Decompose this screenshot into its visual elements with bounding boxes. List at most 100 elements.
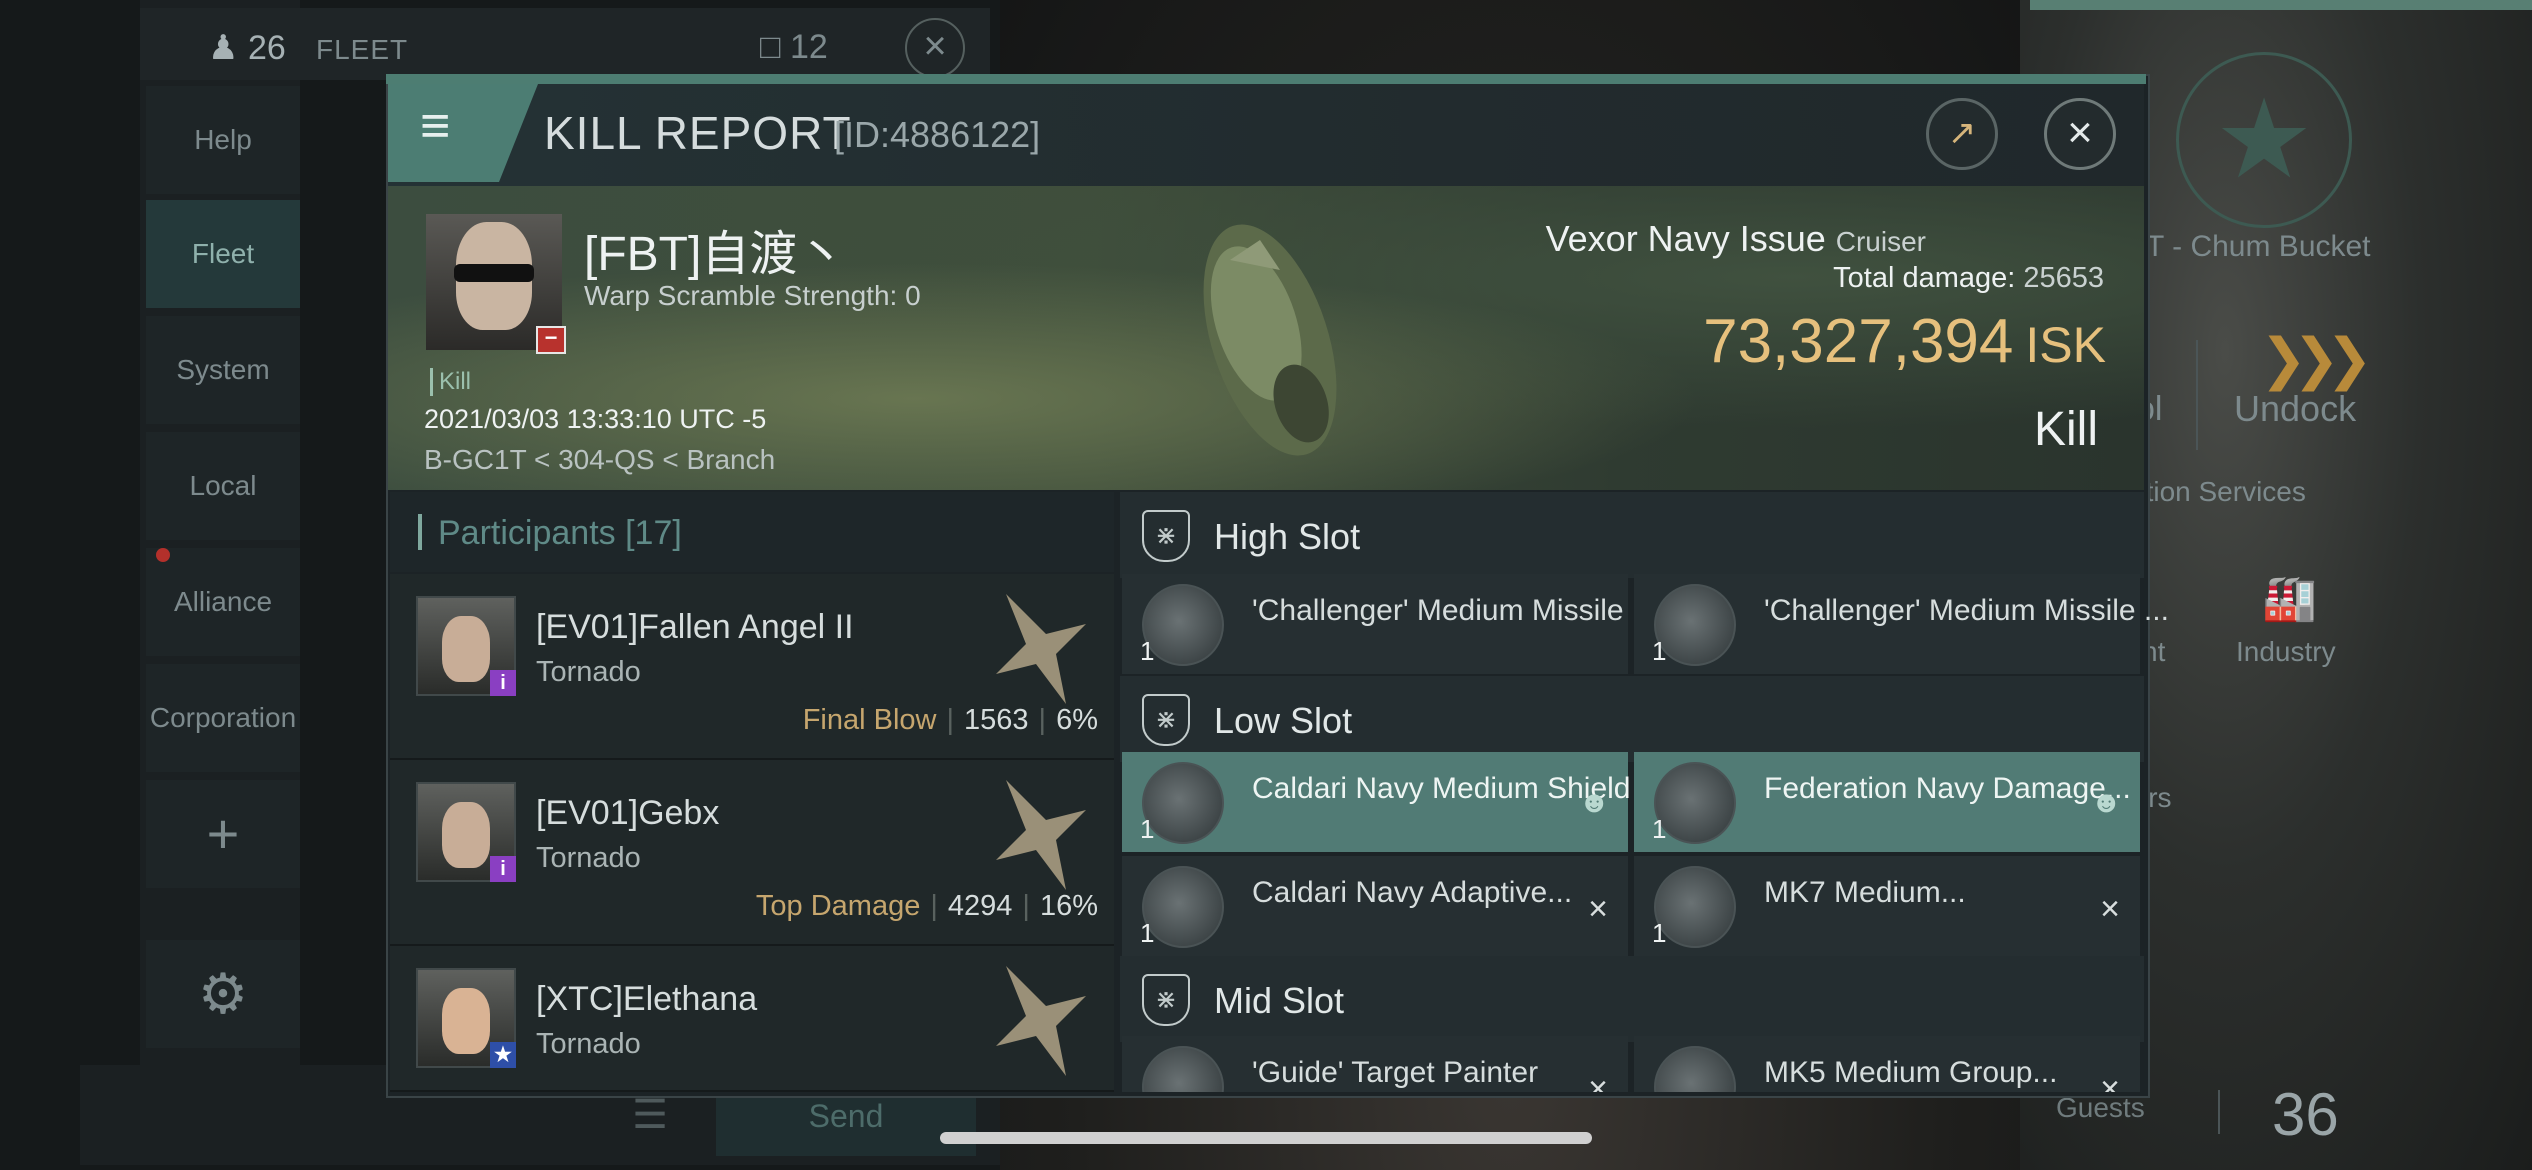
participant-row[interactable]: i [EV01]Fallen Angel II Tornado Final Bl… [390,574,1114,760]
module-low-3[interactable]: 1 Caldari Navy Adaptive... × [1122,856,1628,956]
fleet-member-count: ♟ 26 [208,29,286,67]
module-name: Federation Navy Damage... [1764,772,2131,805]
target-painter-icon [1142,1046,1224,1092]
module-qty: 1 [1652,636,1667,666]
fleet-close-icon[interactable]: × [905,18,965,78]
mid-slot-icon: ⋇ [1142,974,1190,1026]
participant-name: [XTC]Elethana [536,980,758,1018]
participant-row[interactable]: i [EV01]Gebx Tornado Top Damage | 4294 | 16% [390,760,1114,946]
warp-scramble-strength: Warp Scramble Strength: 0 [584,280,921,311]
shield-booster-icon [1654,1046,1736,1092]
isk-unit: ISK [2025,317,2106,373]
station-emblem-icon: ★ [2176,52,2352,228]
participant-ship: Tornado [536,656,641,688]
page-title: KILL REPORT [544,107,852,159]
industry-factory-icon: 🏭 [2262,574,2317,623]
alliance-notification-dot [156,548,170,562]
tornado-ship-icon [996,594,1086,704]
participants-header: Participants [17] [390,492,1114,572]
high-slot-label: High Slot [1214,516,1361,557]
victim-ship-name: Vexor Navy Issue [1545,218,1826,259]
module-mid-2[interactable]: MK5 Medium Group... × [1634,1036,2140,1092]
module-qty: 1 [1140,918,1155,948]
kill-timestamp: 2021/03/03 13:33:10 UTC -5 [424,404,767,434]
destroyed-x-icon: × [1588,890,1608,928]
fleet-title: FLEET [316,34,409,65]
participant-ship: Tornado [536,1028,641,1060]
module-low-1[interactable]: 1 Caldari Navy Medium Shield ... ☻ [1122,752,1664,852]
high-slot-icon: ⋇ [1142,510,1190,562]
guests-count: 36 [2272,1081,2339,1148]
tornado-ship-icon [996,780,1086,890]
module-low-4[interactable]: 1 MK7 Medium... × [1634,856,2140,956]
sidebar-system[interactable]: System [146,316,300,424]
sidebar-fleet[interactable]: Fleet [146,200,300,308]
participant-stats: Final Blow | 1563 | 6% [802,704,1098,736]
sidebar-add-icon[interactable]: + [146,780,300,888]
destroyed-x-icon: × [2100,1070,2120,1092]
participant-name: [EV01]Gebx [536,794,720,832]
module-qty: 1 [1652,814,1667,844]
participant-row[interactable]: ★ [XTC]Elethana Tornado [390,946,1114,1092]
undock-chevrons-icon: ❯❯❯ [2260,327,2373,390]
low-slot-header: ⋇ Low Slot [1120,676,2144,762]
undock-button[interactable]: Undock [2234,388,2356,430]
victim-ship-image [1203,224,1337,456]
home-indicator[interactable] [940,1132,1592,1144]
corp-badge-icon: i [490,670,516,696]
module-name: Caldari Navy Adaptive... [1252,876,1573,909]
settings-gear-icon[interactable]: ⚙ [146,940,300,1048]
destroyed-x-icon: × [1588,1070,1608,1092]
victim-ship: Vexor Navy Issue Cruiser [1546,218,1926,260]
participant-stats: Top Damage | 4294 | 16% [755,890,1098,922]
victim-name: [FBT]自渡丶 [584,228,846,281]
station-divider [2196,340,2198,450]
low-slot-icon: ⋇ [1142,694,1190,746]
participants-accent-bar [418,514,422,550]
module-high-1[interactable]: 1 'Challenger' Medium Missile ... [1122,574,1657,674]
module-name: 'Guide' Target Painter [1252,1056,1539,1089]
station-services-label: ation Services [2130,476,2306,507]
hostile-badge-icon: − [536,326,566,354]
isk-amount: 73,327,394 [1703,307,2014,376]
module-qty: 1 [1652,918,1667,948]
fleet-square-count: □ 12 [760,28,828,66]
close-icon[interactable]: × [2044,98,2116,170]
module-name: MK7 Medium... [1764,876,1966,909]
low-slot-label: Low Slot [1214,700,1353,741]
kill-tag: Kill [430,368,471,396]
kill-location: B-GC1T < 304-QS < Branch [424,444,776,475]
total-damage-value: 25653 [2023,262,2104,294]
victim-ship-class: Cruiser [1835,226,1926,257]
industry-button[interactable]: Industry [2236,636,2336,668]
participant-ship: Tornado [536,842,641,874]
star-badge-icon: ★ [490,1042,516,1068]
module-low-2[interactable]: 1 Federation Navy Damage... ☻ [1634,752,2140,852]
guests-divider [2218,1090,2220,1134]
corp-badge-icon: i [490,856,516,882]
module-name: MK5 Medium Group... [1764,1056,2058,1089]
participant-avatar: i [416,596,516,696]
tornado-ship-icon [996,966,1086,1076]
module-high-2[interactable]: 1 'Challenger' Medium Missile ... [1634,574,2169,674]
destroyed-x-icon: × [2100,890,2120,928]
fitted-user-icon: ☻ [1578,786,1610,819]
fleet-bar: ♟ 26 FLEET □ 12 × [140,8,990,80]
sidebar-help[interactable]: Help [146,86,300,194]
participant-avatar: i [416,782,516,882]
module-qty: 1 [1140,636,1155,666]
sidebar-local[interactable]: Local [146,432,300,540]
share-icon[interactable]: ↗ [1926,98,1998,170]
module-name: 'Challenger' Medium Missile ... [1252,594,1657,627]
victim-avatar-glasses [454,264,534,282]
kill-result: Kill [2033,403,2098,456]
mid-slot-label: Mid Slot [1214,980,1345,1021]
background-accent-strip [2030,0,2532,10]
participant-avatar: ★ [416,968,516,1068]
module-mid-1[interactable]: 'Guide' Target Painter × [1122,1036,1628,1092]
total-damage-label: Total damage: [1833,262,2016,294]
sidebar-alliance[interactable]: Alliance [146,548,300,656]
menu-icon[interactable]: ≡ [420,100,470,152]
kill-report-id: [ID:4886122] [834,114,1041,155]
sidebar-corporation[interactable]: Corporation [146,664,300,772]
